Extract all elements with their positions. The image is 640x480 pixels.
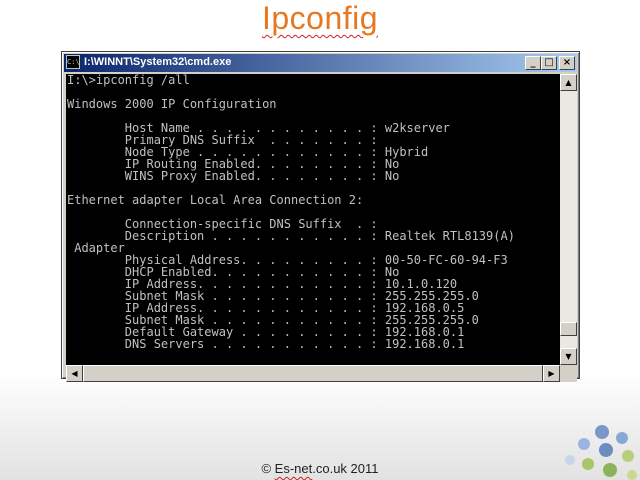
decorative-dot (578, 438, 590, 450)
decorative-dot (565, 455, 575, 465)
decorative-dot (603, 463, 617, 477)
scroll-up-button[interactable]: ▲ (560, 74, 577, 91)
console-line: DNS Servers . . . . . . . . . . . : 192.… (67, 337, 465, 351)
window-title: I:\WINNT\System32\cmd.exe (84, 56, 232, 68)
console-line: WINS Proxy Enabled. . . . . . . . : No (67, 169, 400, 183)
window-titlebar[interactable]: C:\ I:\WINNT\System32\cmd.exe _ □ × (64, 54, 577, 72)
footer-copyright-symbol: © (261, 461, 275, 476)
scrollbar-corner (560, 365, 577, 382)
horizontal-scrollbar[interactable]: ◀ ▶ (66, 365, 560, 382)
decorative-dot (582, 458, 594, 470)
console-text: I:\>ipconfig /all Windows 2000 IP Config… (66, 74, 560, 350)
decorative-dot (595, 425, 609, 439)
console-line: Windows 2000 IP Configuration (67, 97, 277, 111)
footer-domain-year: .co.uk 2011 (312, 461, 379, 476)
console-line: I:\>ipconfig /all (67, 74, 190, 87)
minimize-button[interactable]: _ (525, 56, 541, 70)
decorative-dot (622, 450, 634, 462)
vertical-scroll-thumb[interactable] (560, 321, 577, 336)
cmd-icon[interactable]: C:\ (66, 55, 80, 69)
slide-title: Ipconfig (0, 0, 640, 37)
decorative-dot (599, 443, 613, 457)
decorative-dot (616, 432, 628, 444)
cmd-window[interactable]: C:\ I:\WINNT\System32\cmd.exe _ □ × I:\>… (61, 51, 580, 382)
scroll-down-button[interactable]: ▼ (560, 348, 577, 365)
footer-brand: Es-net (274, 461, 313, 476)
slide-title-text: Ipconfig (261, 0, 379, 36)
maximize-button[interactable]: □ (541, 56, 557, 70)
vertical-scrollbar[interactable]: ▲ ▼ (560, 74, 577, 365)
console-output[interactable]: I:\>ipconfig /all Windows 2000 IP Config… (66, 74, 560, 365)
scroll-right-button[interactable]: ▶ (543, 365, 560, 382)
horizontal-scroll-thumb[interactable] (83, 365, 543, 382)
console-line: Ethernet adapter Local Area Connection 2… (67, 193, 364, 207)
decorative-dot (627, 470, 637, 480)
decorative-dots (565, 425, 637, 480)
scroll-left-button[interactable]: ◀ (66, 365, 83, 382)
console-line: Description . . . . . . . . . . . : Real… (67, 229, 515, 243)
close-button[interactable]: × (559, 56, 575, 70)
